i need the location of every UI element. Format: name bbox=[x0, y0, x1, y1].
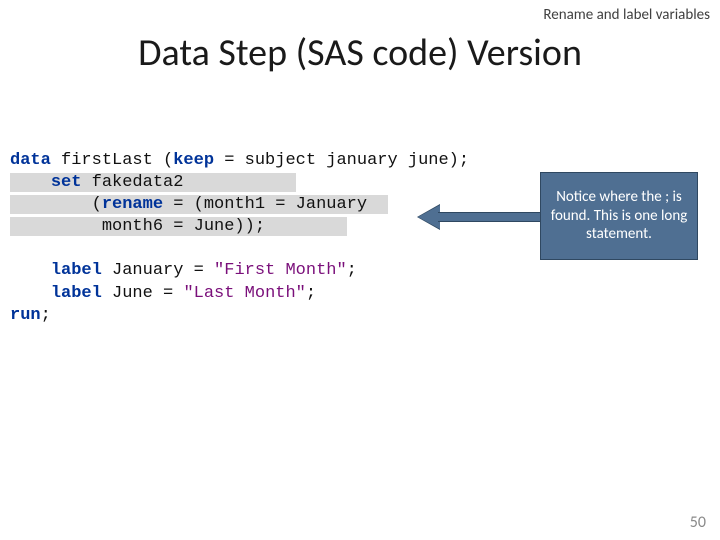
slide-title: Data Step (SAS code) Version bbox=[0, 30, 720, 76]
code-text: fakedata2 bbox=[81, 173, 183, 192]
code-text: January = bbox=[102, 261, 214, 280]
code-text: ; bbox=[306, 284, 316, 303]
code-indent bbox=[10, 261, 51, 280]
breadcrumb: Rename and label variables bbox=[543, 6, 710, 24]
code-kw-rename: rename bbox=[102, 195, 163, 214]
code-blank bbox=[10, 239, 20, 258]
page-number: 50 bbox=[690, 513, 706, 532]
code-string: "First Month" bbox=[214, 261, 347, 280]
code-text: ; bbox=[41, 306, 51, 325]
code-string: "Last Month" bbox=[183, 284, 305, 303]
code-kw-keep: keep bbox=[173, 151, 214, 170]
code-indent bbox=[10, 284, 51, 303]
code-text: ; bbox=[347, 261, 357, 280]
code-kw-label: label bbox=[51, 284, 102, 303]
code-text: June = bbox=[102, 284, 184, 303]
code-kw-label: label bbox=[51, 261, 102, 280]
code-text: firstLast ( bbox=[51, 151, 173, 170]
code-text: = (month1 = January bbox=[163, 195, 367, 214]
code-kw-run: run bbox=[10, 306, 41, 325]
code-block: data firstLast (keep = subject january j… bbox=[10, 150, 469, 327]
callout-box: Notice where the ; is found. This is one… bbox=[540, 172, 698, 260]
code-text: ( bbox=[10, 195, 102, 214]
code-kw-data: data bbox=[10, 151, 51, 170]
code-text: month6 = June)); bbox=[10, 217, 265, 236]
arrow-left-icon bbox=[418, 205, 440, 229]
code-text: = subject january june); bbox=[214, 151, 469, 170]
code-kw-set: set bbox=[51, 173, 82, 192]
callout-text: Notice where the ; is found. This is one… bbox=[549, 188, 689, 244]
callout-arrow bbox=[418, 205, 544, 229]
code-indent bbox=[10, 173, 51, 192]
